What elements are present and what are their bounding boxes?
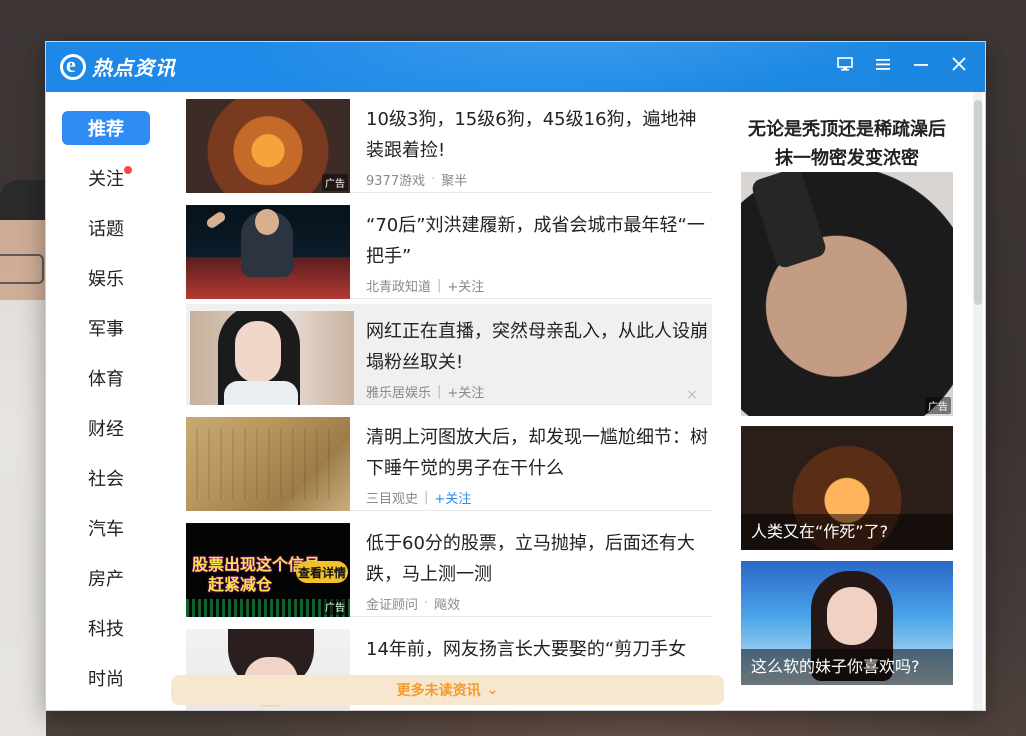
notification-dot [124, 166, 132, 174]
nav-label: 军事 [88, 319, 124, 340]
news-thumbnail [186, 205, 350, 299]
nav-label: 话题 [88, 219, 124, 240]
ad-tag: 广告 [322, 598, 348, 615]
news-extra: 飚效 [434, 598, 461, 613]
meta-separator: | [424, 490, 429, 505]
ad-title: 无论是秃顶还是稀疏澡后抹一物密发变浓密 [748, 119, 946, 169]
news-meta: 雅乐居娱乐 | +关注 [366, 382, 484, 401]
news-item[interactable]: 股票出现这个信号 赶紧减仓 查看详情 广告 低于60分的股票，立马抛掉，后面还有… [186, 516, 712, 617]
desktop-icon [837, 57, 853, 71]
thumb-detail-label: 查看详情 [296, 561, 348, 583]
dismiss-news-button[interactable]: × [686, 387, 698, 403]
nav-item-fangchan[interactable]: 房产 [62, 561, 150, 595]
news-item[interactable]: 清明上河图放大后，却发现一尴尬细节：树下睡午觉的男子在干什么 三目观史 | +关… [186, 410, 712, 511]
meta-separator: | [437, 384, 442, 399]
titlebar[interactable]: 热点资讯 [46, 42, 985, 92]
news-feed: 广告 10级3狗，15级6狗，45级16狗，遍地神装跟着捡! 9377游戏 · … [186, 92, 712, 710]
follow-button[interactable]: +关注 [434, 488, 471, 507]
news-item[interactable]: 广告 10级3狗，15级6狗，45级16狗，遍地神装跟着捡! 9377游戏 · … [186, 92, 712, 193]
nav-item-shishang[interactable]: 时尚 [62, 661, 150, 695]
more-unread-button[interactable]: 更多未读资讯 ⌄ [171, 675, 724, 705]
right-column: 无论是秃顶还是稀疏澡后抹一物密发变浓密 广告 人类又在“作死”了? 这么软的妹子… [741, 110, 953, 710]
news-source: 9377游戏 [366, 174, 426, 189]
minimize-button[interactable] [905, 48, 937, 80]
nav-label: 关注 [88, 169, 124, 190]
window-controls [829, 48, 975, 80]
nav-label: 科技 [88, 619, 124, 640]
nav-item-tiyu[interactable]: 体育 [62, 361, 150, 395]
nav-item-qiche[interactable]: 汽车 [62, 511, 150, 545]
more-unread-label: 更多未读资讯 [396, 683, 481, 699]
chevron-down-icon: ⌄ [486, 682, 499, 698]
news-source: 雅乐居娱乐 [366, 386, 432, 401]
news-thumbnail: 广告 [186, 99, 350, 193]
news-extra: 聚半 [441, 174, 468, 189]
news-meta: 北青政知道 | +关注 [366, 276, 484, 295]
news-thumbnail: 股票出现这个信号 赶紧减仓 查看详情 广告 [186, 523, 350, 617]
news-item[interactable]: “70后”刘洪建履新，成省会城市最年轻“一把手” 北青政知道 | +关注 [186, 198, 712, 299]
desktop-button[interactable] [829, 48, 861, 80]
news-title: 10级3狗，15级6狗，45级16狗，遍地神装跟着捡! [366, 109, 697, 161]
nav-label: 时尚 [88, 669, 124, 690]
nav-label: 推荐 [88, 119, 124, 140]
news-item[interactable]: 网红正在直播，突然母亲乱入，从此人设崩塌粉丝取关! 雅乐居娱乐 | +关注 × [186, 304, 712, 405]
thumb-text-2: 赶紧减仓 [208, 575, 273, 594]
nav-item-junshi[interactable]: 军事 [62, 311, 150, 345]
nav-item-keji[interactable]: 科技 [62, 611, 150, 645]
close-button[interactable] [943, 48, 975, 80]
menu-icon [876, 59, 890, 70]
meta-separator: · [424, 596, 429, 611]
scrollbar-thumb[interactable] [974, 100, 982, 305]
nav-label: 汽车 [88, 519, 124, 540]
news-meta: 金证顾问 · 飚效 [366, 594, 460, 613]
brand-logo-icon [60, 52, 86, 80]
nav-item-yule[interactable]: 娱乐 [62, 261, 150, 295]
menu-button[interactable] [867, 48, 899, 80]
news-thumbnail [186, 417, 350, 511]
news-title: 低于60分的股票，立马抛掉，后面还有大跌，马上测一测 [366, 533, 695, 585]
ad-tag: 广告 [925, 397, 951, 414]
news-title: 14年前，网友扬言长大要娶的“剪刀手女 [366, 639, 687, 660]
meta-separator: | [437, 278, 442, 293]
ad-tag: 广告 [322, 174, 348, 191]
follow-button[interactable]: +关注 [447, 276, 484, 295]
brand: 热点资讯 [60, 52, 176, 81]
news-source: 北青政知道 [366, 280, 432, 295]
nav-label: 财经 [88, 419, 124, 440]
feature-card-1[interactable]: 人类又在“作死”了? [741, 426, 953, 550]
category-sidebar: 推荐 关注 话题 娱乐 军事 体育 财经 社会 汽车 房产 科技 时尚 [46, 92, 186, 710]
news-meta: 9377游戏 · 聚半 [366, 170, 467, 189]
nav-item-huati[interactable]: 话题 [62, 211, 150, 245]
card-caption: 这么软的妹子你喜欢吗? [741, 649, 953, 685]
news-source: 三目观史 [366, 492, 419, 507]
nav-item-tuijian[interactable]: 推荐 [62, 111, 150, 145]
news-title: 清明上河图放大后，却发现一尴尬细节：树下睡午觉的男子在干什么 [366, 427, 708, 479]
nav-item-caijing[interactable]: 财经 [62, 411, 150, 445]
nav-label: 娱乐 [88, 269, 124, 290]
ad-image[interactable]: 广告 [741, 172, 953, 416]
news-title: 网红正在直播，突然母亲乱入，从此人设崩塌粉丝取关! [366, 321, 708, 373]
news-title: “70后”刘洪建履新，成省会城市最年轻“一把手” [366, 215, 705, 267]
nav-item-guanzhu[interactable]: 关注 [62, 161, 150, 195]
nav-item-shehui[interactable]: 社会 [62, 461, 150, 495]
news-thumbnail [190, 311, 354, 405]
follow-button[interactable]: +关注 [447, 382, 484, 401]
news-window: 热点资讯 [45, 41, 986, 711]
nav-label: 房产 [88, 569, 124, 590]
meta-separator: · [431, 172, 436, 187]
feature-card-2[interactable]: 这么软的妹子你喜欢吗? [741, 561, 953, 685]
card-caption: 人类又在“作死”了? [741, 514, 953, 550]
close-icon [952, 57, 966, 71]
news-meta: 三目观史 | +关注 [366, 488, 471, 507]
app-title: 热点资讯 [92, 56, 176, 80]
nav-label: 社会 [88, 469, 124, 490]
news-source: 金证顾问 [366, 598, 419, 613]
minimize-icon [914, 64, 928, 66]
nav-label: 体育 [88, 369, 124, 390]
background-glasses [0, 254, 44, 284]
